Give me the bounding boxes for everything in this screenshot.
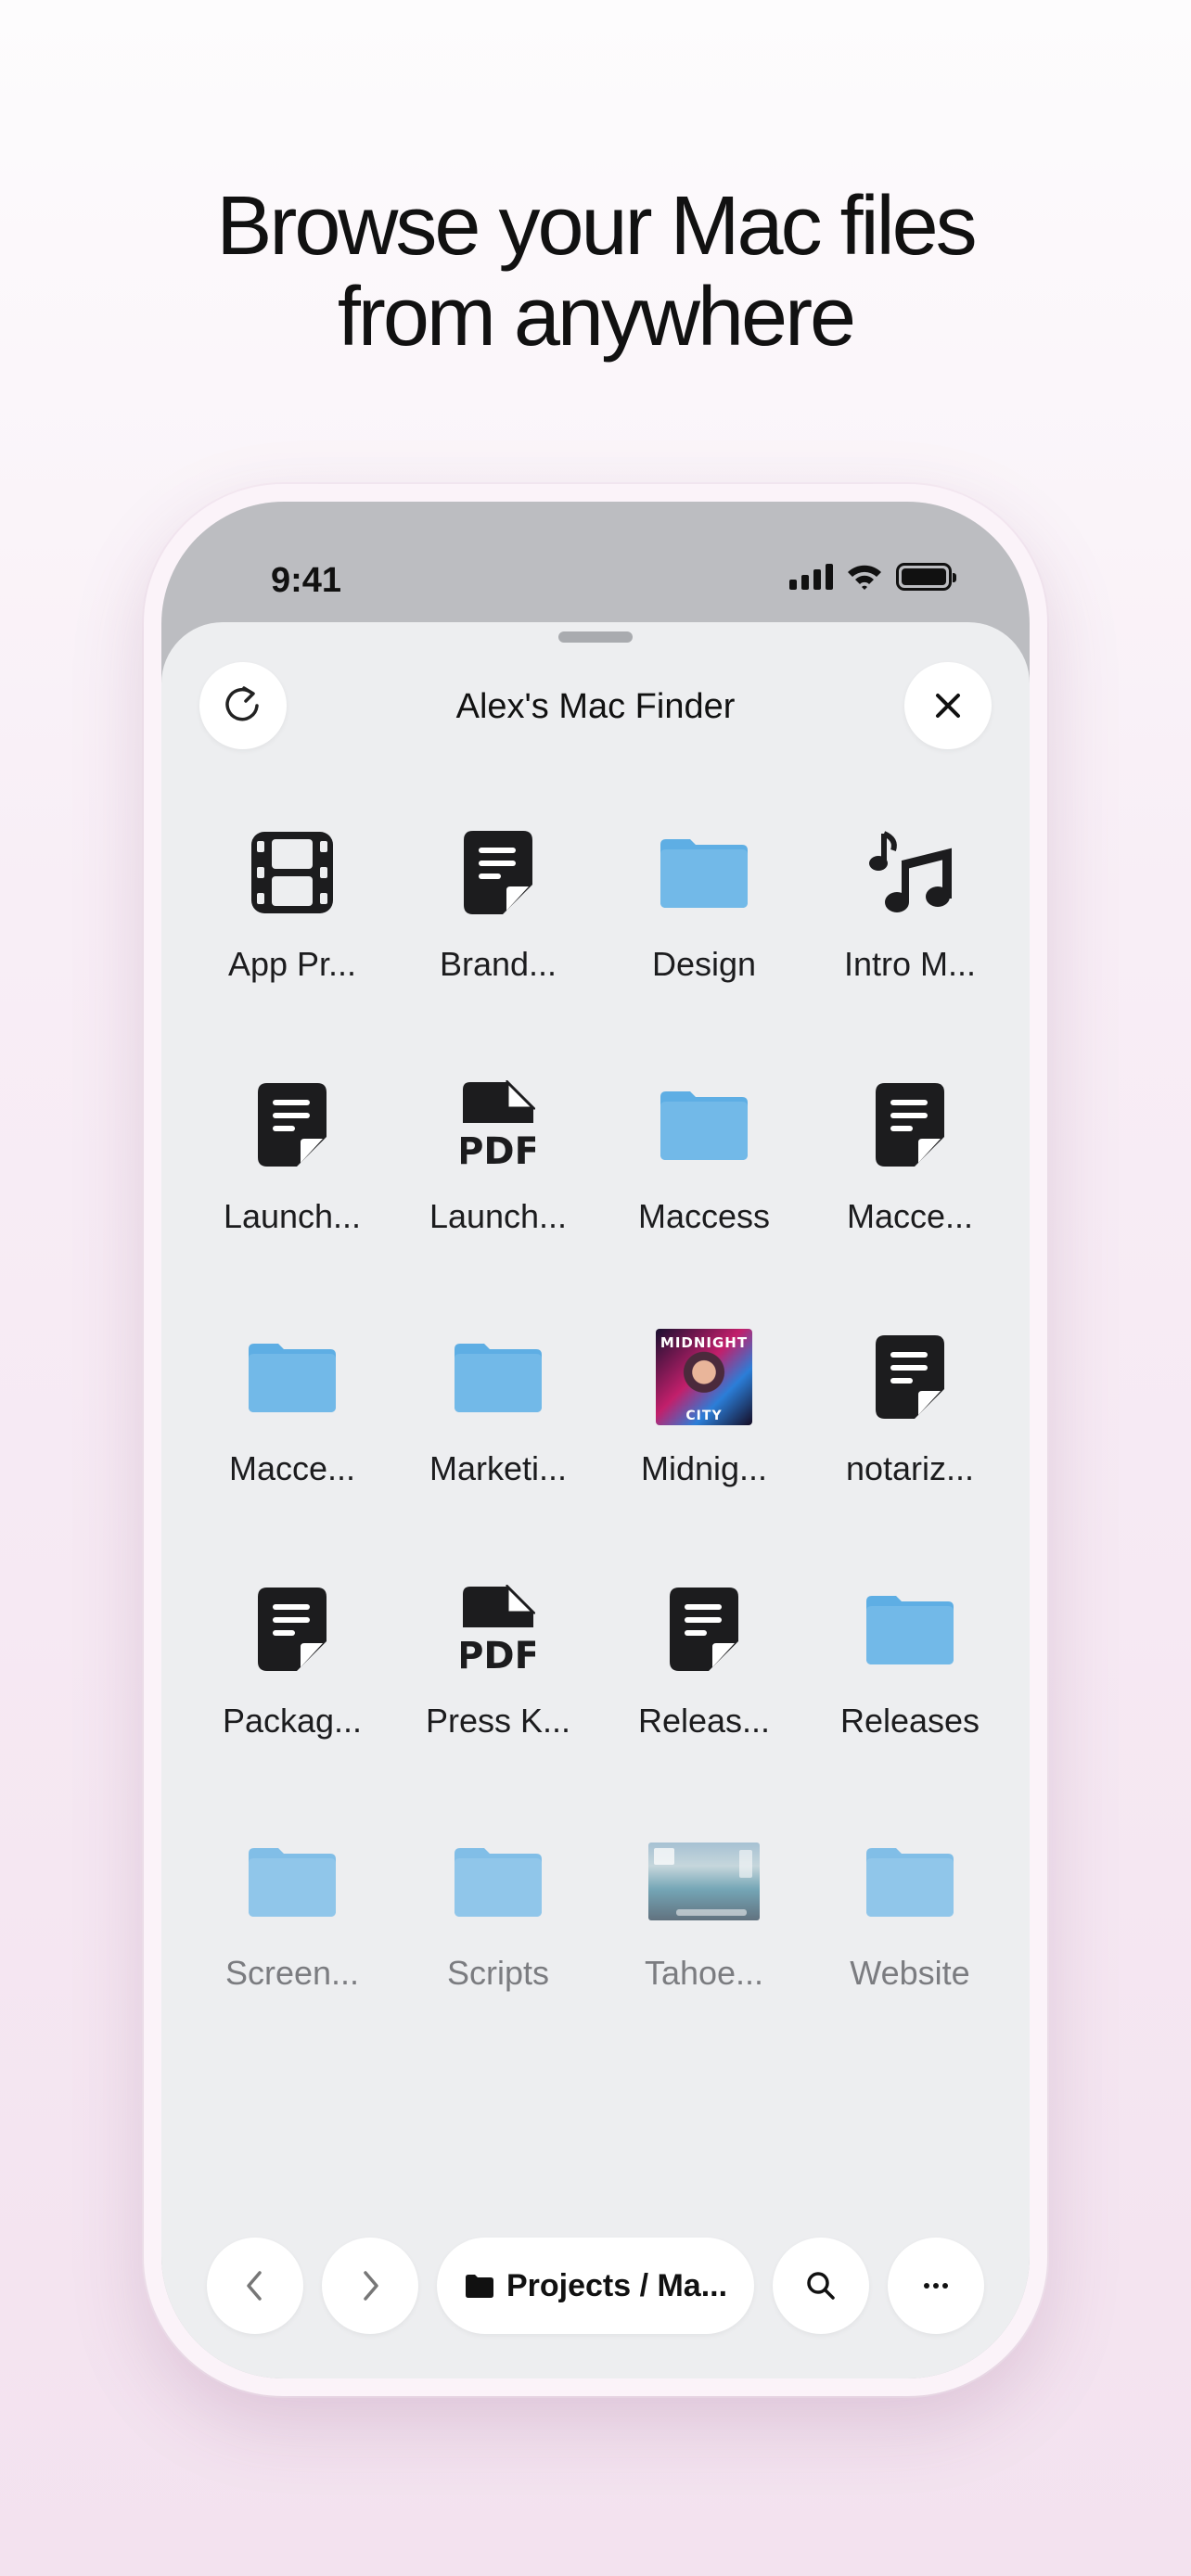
finder-sheet: Alex's Mac Finder App Pr... Brand... Desig… (161, 622, 1030, 2378)
file-item[interactable]: Design (601, 817, 807, 1069)
file-item[interactable]: notariz... (807, 1321, 1013, 1574)
file-label: Intro M... (843, 945, 977, 983)
folder-icon (854, 1574, 966, 1685)
folder-icon (237, 1321, 348, 1433)
music-icon (854, 817, 966, 928)
file-item[interactable]: Launch... (189, 1069, 395, 1321)
phone-screen: 9:41 Alex's Mac Finder App Pr... Brand..… (161, 502, 1030, 2378)
headline-line-2: from anywhere (337, 271, 856, 363)
chevron-left-icon (247, 2271, 262, 2301)
sheet-grabber[interactable] (558, 631, 633, 643)
more-button[interactable] (888, 2238, 984, 2334)
file-item[interactable]: Screen... (189, 1826, 395, 2078)
folder-fill-icon (465, 2275, 493, 2298)
file-label: Website (850, 1954, 970, 1992)
file-label: Midnig... (640, 1449, 768, 1487)
tahoe-screenshot-thumbnail (648, 1826, 760, 1937)
file-item[interactable]: Intro M... (807, 817, 1013, 1069)
document-icon (442, 817, 554, 928)
battery-icon (896, 563, 956, 591)
file-label: Design (651, 945, 757, 983)
folder-icon (237, 1826, 348, 1937)
pdf-badge-text: PDF (461, 1130, 535, 1169)
file-item[interactable]: Packag... (189, 1574, 395, 1826)
document-icon (854, 1321, 966, 1433)
folder-icon (442, 1321, 554, 1433)
forward-button[interactable] (322, 2238, 418, 2334)
file-item[interactable]: Releas... (601, 1574, 807, 1826)
file-item[interactable]: Brand... (395, 817, 601, 1069)
folder-icon (854, 1826, 966, 1937)
file-label: notariz... (845, 1449, 975, 1487)
headline-line-1: Browse your Mac files (216, 180, 977, 273)
file-label: Packag... (222, 1702, 363, 1740)
bottom-toolbar: Projects / Ma... (161, 2238, 1030, 2334)
status-icons (789, 563, 956, 591)
file-label: Press K... (425, 1702, 571, 1740)
pdf-icon: PDF (442, 1069, 554, 1180)
file-item[interactable]: Releases (807, 1574, 1013, 1826)
file-item[interactable]: Macce... (189, 1321, 395, 1574)
file-item[interactable]: Macce... (807, 1069, 1013, 1321)
headline: Browse your Mac files from anywhere (0, 181, 1191, 363)
file-label: Releases (839, 1702, 980, 1740)
path-label: Projects / Ma... (506, 2267, 728, 2303)
ellipsis-icon (924, 2283, 948, 2289)
file-label: Launch... (429, 1197, 568, 1235)
file-item[interactable]: Scripts (395, 1826, 601, 2078)
chevron-right-icon (364, 2271, 378, 2301)
close-button[interactable] (904, 662, 992, 749)
search-icon (807, 2272, 835, 2300)
film-icon (237, 817, 348, 928)
file-label: App Pr... (227, 945, 357, 983)
file-item[interactable]: PDF Press K... (395, 1574, 601, 1826)
file-label: Tahoe... (644, 1954, 764, 1992)
phone-frame: 9:41 Alex's Mac Finder App Pr... Brand..… (144, 484, 1047, 2396)
file-item[interactable]: Website (807, 1826, 1013, 2078)
file-label: Macce... (228, 1449, 356, 1487)
thumb-text-top: MIDNIGHT (660, 1334, 749, 1351)
file-item[interactable]: MIDNIGHT CITY Midnig... (601, 1321, 807, 1574)
wifi-icon (848, 565, 881, 590)
file-label: Launch... (223, 1197, 362, 1235)
cellular-signal-icon (789, 564, 833, 590)
back-button[interactable] (207, 2238, 303, 2334)
sheet-title: Alex's Mac Finder (455, 687, 736, 726)
search-button[interactable] (773, 2238, 869, 2334)
file-grid: App Pr... Brand... Design Intro M... Launch.… (189, 817, 1013, 2078)
file-label: Brand... (439, 945, 557, 983)
file-item[interactable]: Marketi... (395, 1321, 601, 1574)
file-label: Releas... (637, 1702, 771, 1740)
file-label: Maccess (637, 1197, 771, 1235)
thumb-text-bottom: CITY (685, 1409, 723, 1423)
status-time: 9:41 (271, 561, 342, 600)
file-item[interactable]: App Pr... (189, 817, 395, 1069)
file-item[interactable]: Maccess (601, 1069, 807, 1321)
pdf-icon: PDF (442, 1574, 554, 1685)
pdf-badge-text: PDF (461, 1635, 535, 1674)
midnight-city-thumbnail: MIDNIGHT CITY (648, 1321, 760, 1433)
folder-icon (648, 817, 760, 928)
file-item[interactable]: Tahoe... (601, 1826, 807, 2078)
file-item[interactable]: PDF Launch... (395, 1069, 601, 1321)
file-label: Scripts (446, 1954, 550, 1992)
close-icon (936, 694, 960, 718)
file-label: Screen... (224, 1954, 360, 1992)
folder-icon (442, 1826, 554, 1937)
document-icon (854, 1069, 966, 1180)
document-icon (237, 1574, 348, 1685)
document-icon (648, 1574, 760, 1685)
folder-icon (648, 1069, 760, 1180)
file-label: Marketi... (429, 1449, 568, 1487)
file-label: Macce... (846, 1197, 974, 1235)
path-breadcrumb-button[interactable]: Projects / Ma... (437, 2238, 754, 2334)
document-icon (237, 1069, 348, 1180)
